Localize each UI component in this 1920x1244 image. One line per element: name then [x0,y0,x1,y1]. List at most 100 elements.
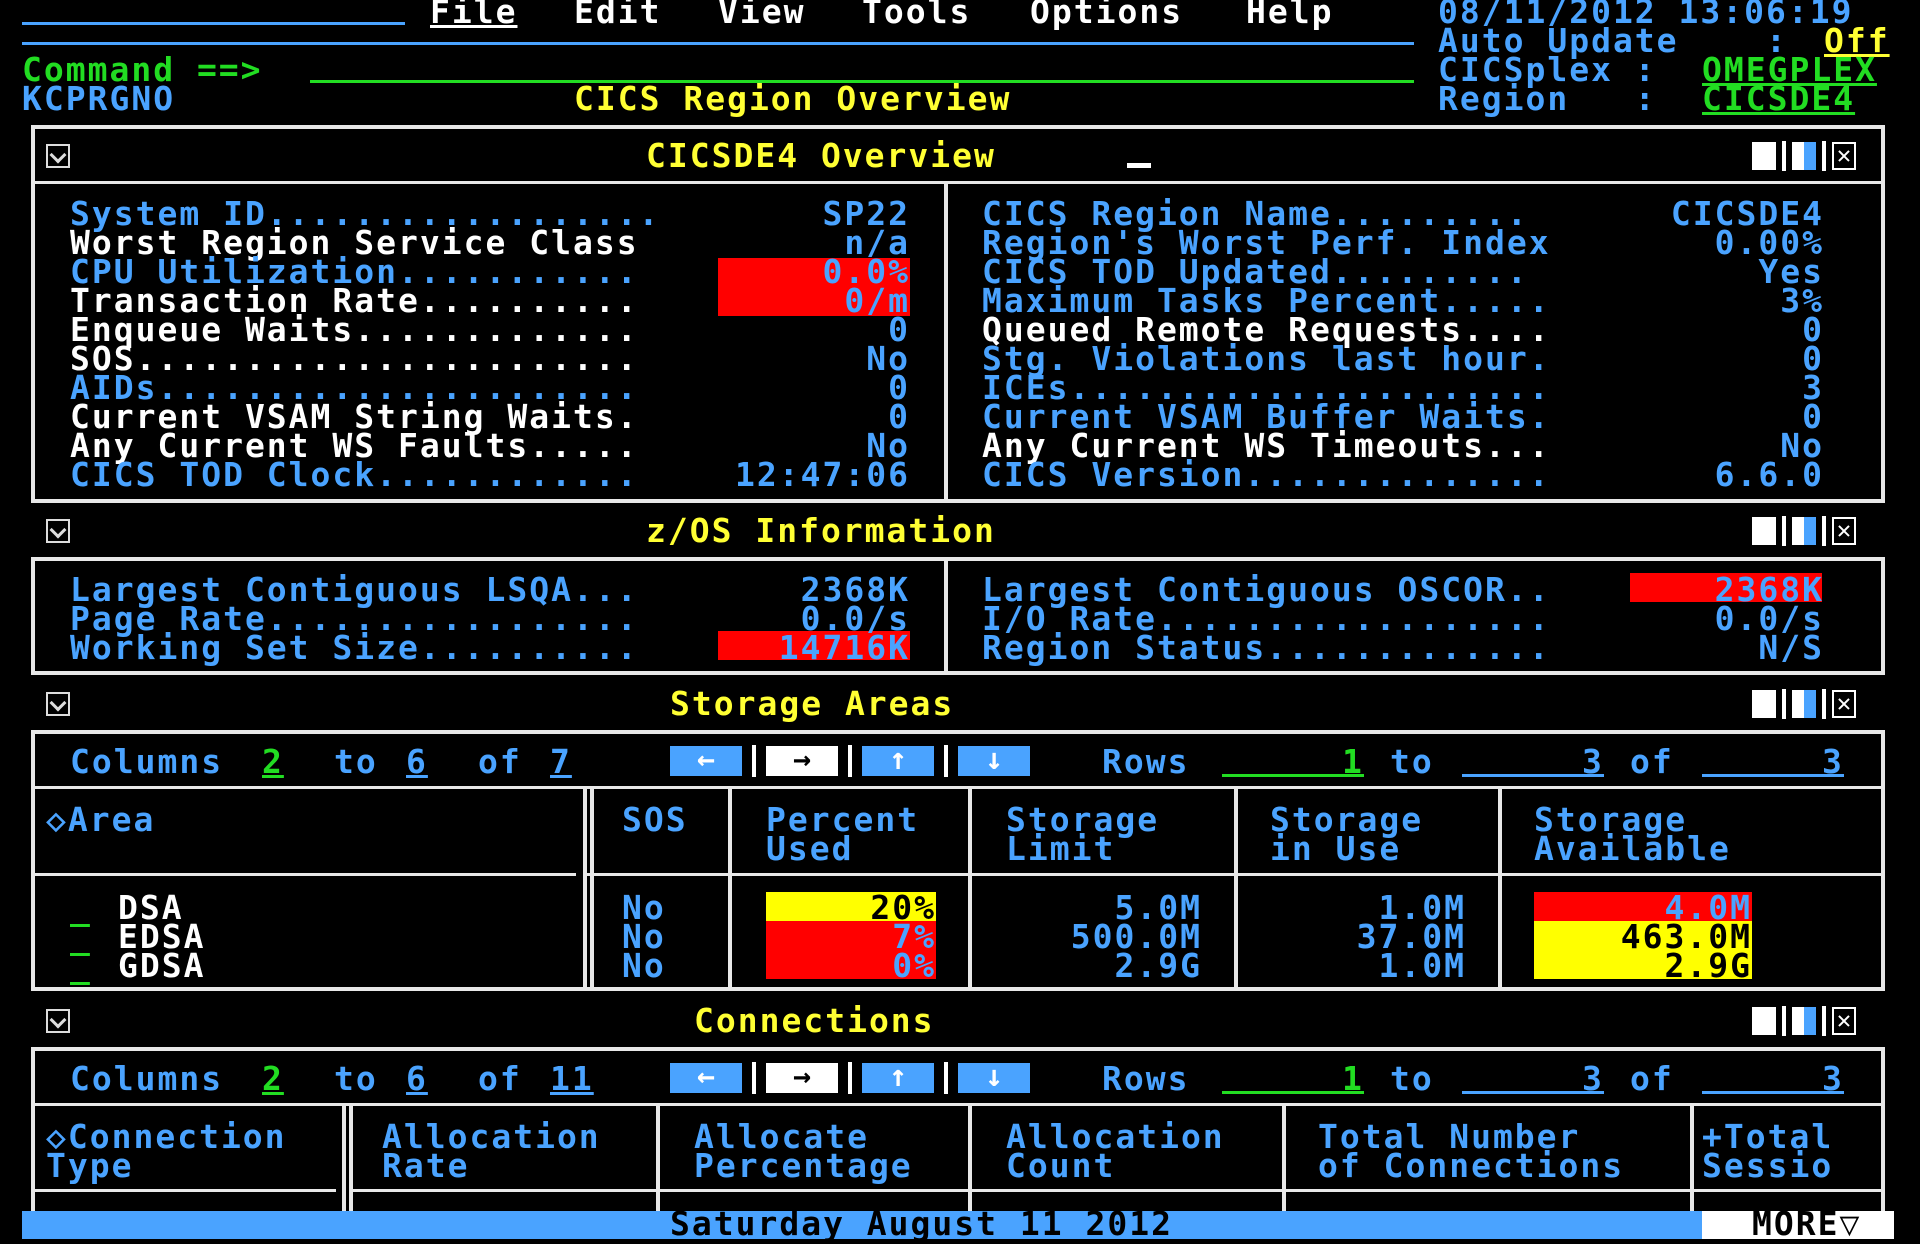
storage-in-use: 1.0M [1378,946,1466,985]
page-title: CICS Region Overview [574,79,1012,118]
connections-title: Connections [694,1001,935,1040]
scroll-down-button[interactable]: ↓ [958,1062,1030,1093]
storage-column-header: in Use [1270,829,1402,868]
zos-field-label: Region Status............. [982,628,1551,667]
storage-column-header: Limit [1006,829,1116,868]
storage-col-sep [1234,786,1238,989]
menu-rule [22,42,1414,45]
close-button[interactable]: ✕ [1832,690,1856,718]
storage-header-rule-1 [31,873,576,876]
storage-row-total: 3 [1822,742,1844,781]
overview-title: CICSDE4 Overview [646,136,996,175]
menu-help[interactable]: Help [1246,0,1333,32]
zos-field-value: N/S [1758,628,1824,667]
storage-collapse-toggle[interactable] [46,692,70,716]
storage-rows-of-label: of [1630,742,1674,781]
menu-options[interactable]: Options [1030,0,1183,32]
overview-field-label: CICS TOD Clock............ [70,455,639,494]
minimize-button[interactable] [1752,517,1776,545]
connections-rows-to-label: to [1390,1059,1434,1098]
storage-column-header: SOS [622,800,688,839]
restore-button[interactable] [1792,690,1816,718]
more-button[interactable]: MORE▽ [1752,1204,1861,1244]
connections-column-header: Rate [382,1146,470,1185]
scroll-down-button[interactable]: ↓ [958,745,1030,776]
storage-column-header: ◇Area [46,800,156,839]
storage-area-name: GDSA [118,946,206,985]
storage-col-sep [968,786,972,989]
connections-row-total: 3 [1822,1059,1844,1098]
minimize-button[interactable] [1752,690,1776,718]
connections-column-header: Count [1006,1146,1116,1185]
connections-rows-of-label: of [1630,1059,1674,1098]
connections-of-label: of [478,1059,522,1098]
storage-col-sep [583,786,587,989]
connections-column-header: Type [46,1146,134,1185]
scroll-up-button[interactable]: ↑ [862,1062,934,1093]
zos-window-controls: ✕ [1752,516,1856,546]
overview-collapse-toggle[interactable] [46,144,70,168]
storage-columns-label: Columns [70,742,224,781]
storage-limit: 2.9G [1114,946,1202,985]
close-button[interactable]: ✕ [1832,517,1856,545]
connections-column-header: Sessio [1702,1146,1834,1185]
storage-title: Storage Areas [670,684,955,723]
overview-title-rule [31,181,1885,184]
storage-nav-rule [31,786,1885,789]
overview-field-value: 6.6.0 [1714,455,1824,494]
overview-window-controls: ✕ [1752,141,1856,171]
storage-col-from[interactable]: 2 [262,742,284,782]
restore-button[interactable] [1792,1007,1816,1035]
overview-field-value: 12:47:06 [735,455,910,494]
menu-edit[interactable]: Edit [574,0,661,32]
connections-collapse-toggle[interactable] [46,1009,70,1033]
connections-window-controls: ✕ [1752,1006,1856,1036]
connections-column-header: Percentage [694,1146,913,1185]
menu-rule-left [22,22,405,25]
restore-button[interactable] [1792,142,1816,170]
connections-row-to: 3 [1582,1059,1604,1098]
storage-available: 2.9G [1664,946,1752,985]
storage-col-sep [590,786,594,989]
region-label: Region : [1438,79,1657,118]
close-button[interactable]: ✕ [1832,142,1856,170]
scroll-left-button[interactable]: ← [670,745,742,776]
region-value[interactable]: CICSDE4 [1702,79,1855,119]
connections-col-to[interactable]: 6 [406,1059,428,1099]
connections-columns-label: Columns [70,1059,224,1098]
minimize-button[interactable] [1752,1007,1776,1035]
scroll-left-button[interactable]: ← [670,1062,742,1093]
zos-collapse-toggle[interactable] [46,519,70,543]
storage-window-controls: ✕ [1752,689,1856,719]
menu-tools[interactable]: Tools [862,0,971,32]
menu-file[interactable]: File [430,0,517,32]
cursor [1127,163,1151,168]
storage-col-sep [1498,786,1502,989]
menu-view[interactable]: View [718,0,805,32]
scroll-right-button[interactable]: → [766,745,838,776]
zos-field-label: Working Set Size.......... [70,628,639,667]
storage-rows-to-label: to [1390,742,1434,781]
screen-id: KCPRGNO [22,79,176,118]
storage-to-label: to [334,742,378,781]
overview-divider [944,181,948,501]
row-select-field: _ [70,946,92,985]
zos-title: z/OS Information [646,511,996,550]
storage-col-sep [728,786,732,989]
zos-field-value: 14716K [778,628,910,667]
scroll-up-button[interactable]: ↑ [862,745,934,776]
storage-percent-used: 0% [892,946,936,985]
storage-column-header: Available [1534,829,1731,868]
restore-button[interactable] [1792,517,1816,545]
storage-of-label: of [478,742,522,781]
storage-row-from[interactable]: 1 [1342,742,1364,782]
storage-sos-value: No [622,946,666,985]
connections-col-from[interactable]: 2 [262,1059,284,1099]
connections-rows-label: Rows [1102,1059,1190,1098]
close-button[interactable]: ✕ [1832,1007,1856,1035]
minimize-button[interactable] [1752,142,1776,170]
storage-rows-label: Rows [1102,742,1190,781]
storage-col-to[interactable]: 6 [406,742,428,782]
connections-row-from[interactable]: 1 [1342,1059,1364,1099]
scroll-right-button[interactable]: → [766,1062,838,1093]
